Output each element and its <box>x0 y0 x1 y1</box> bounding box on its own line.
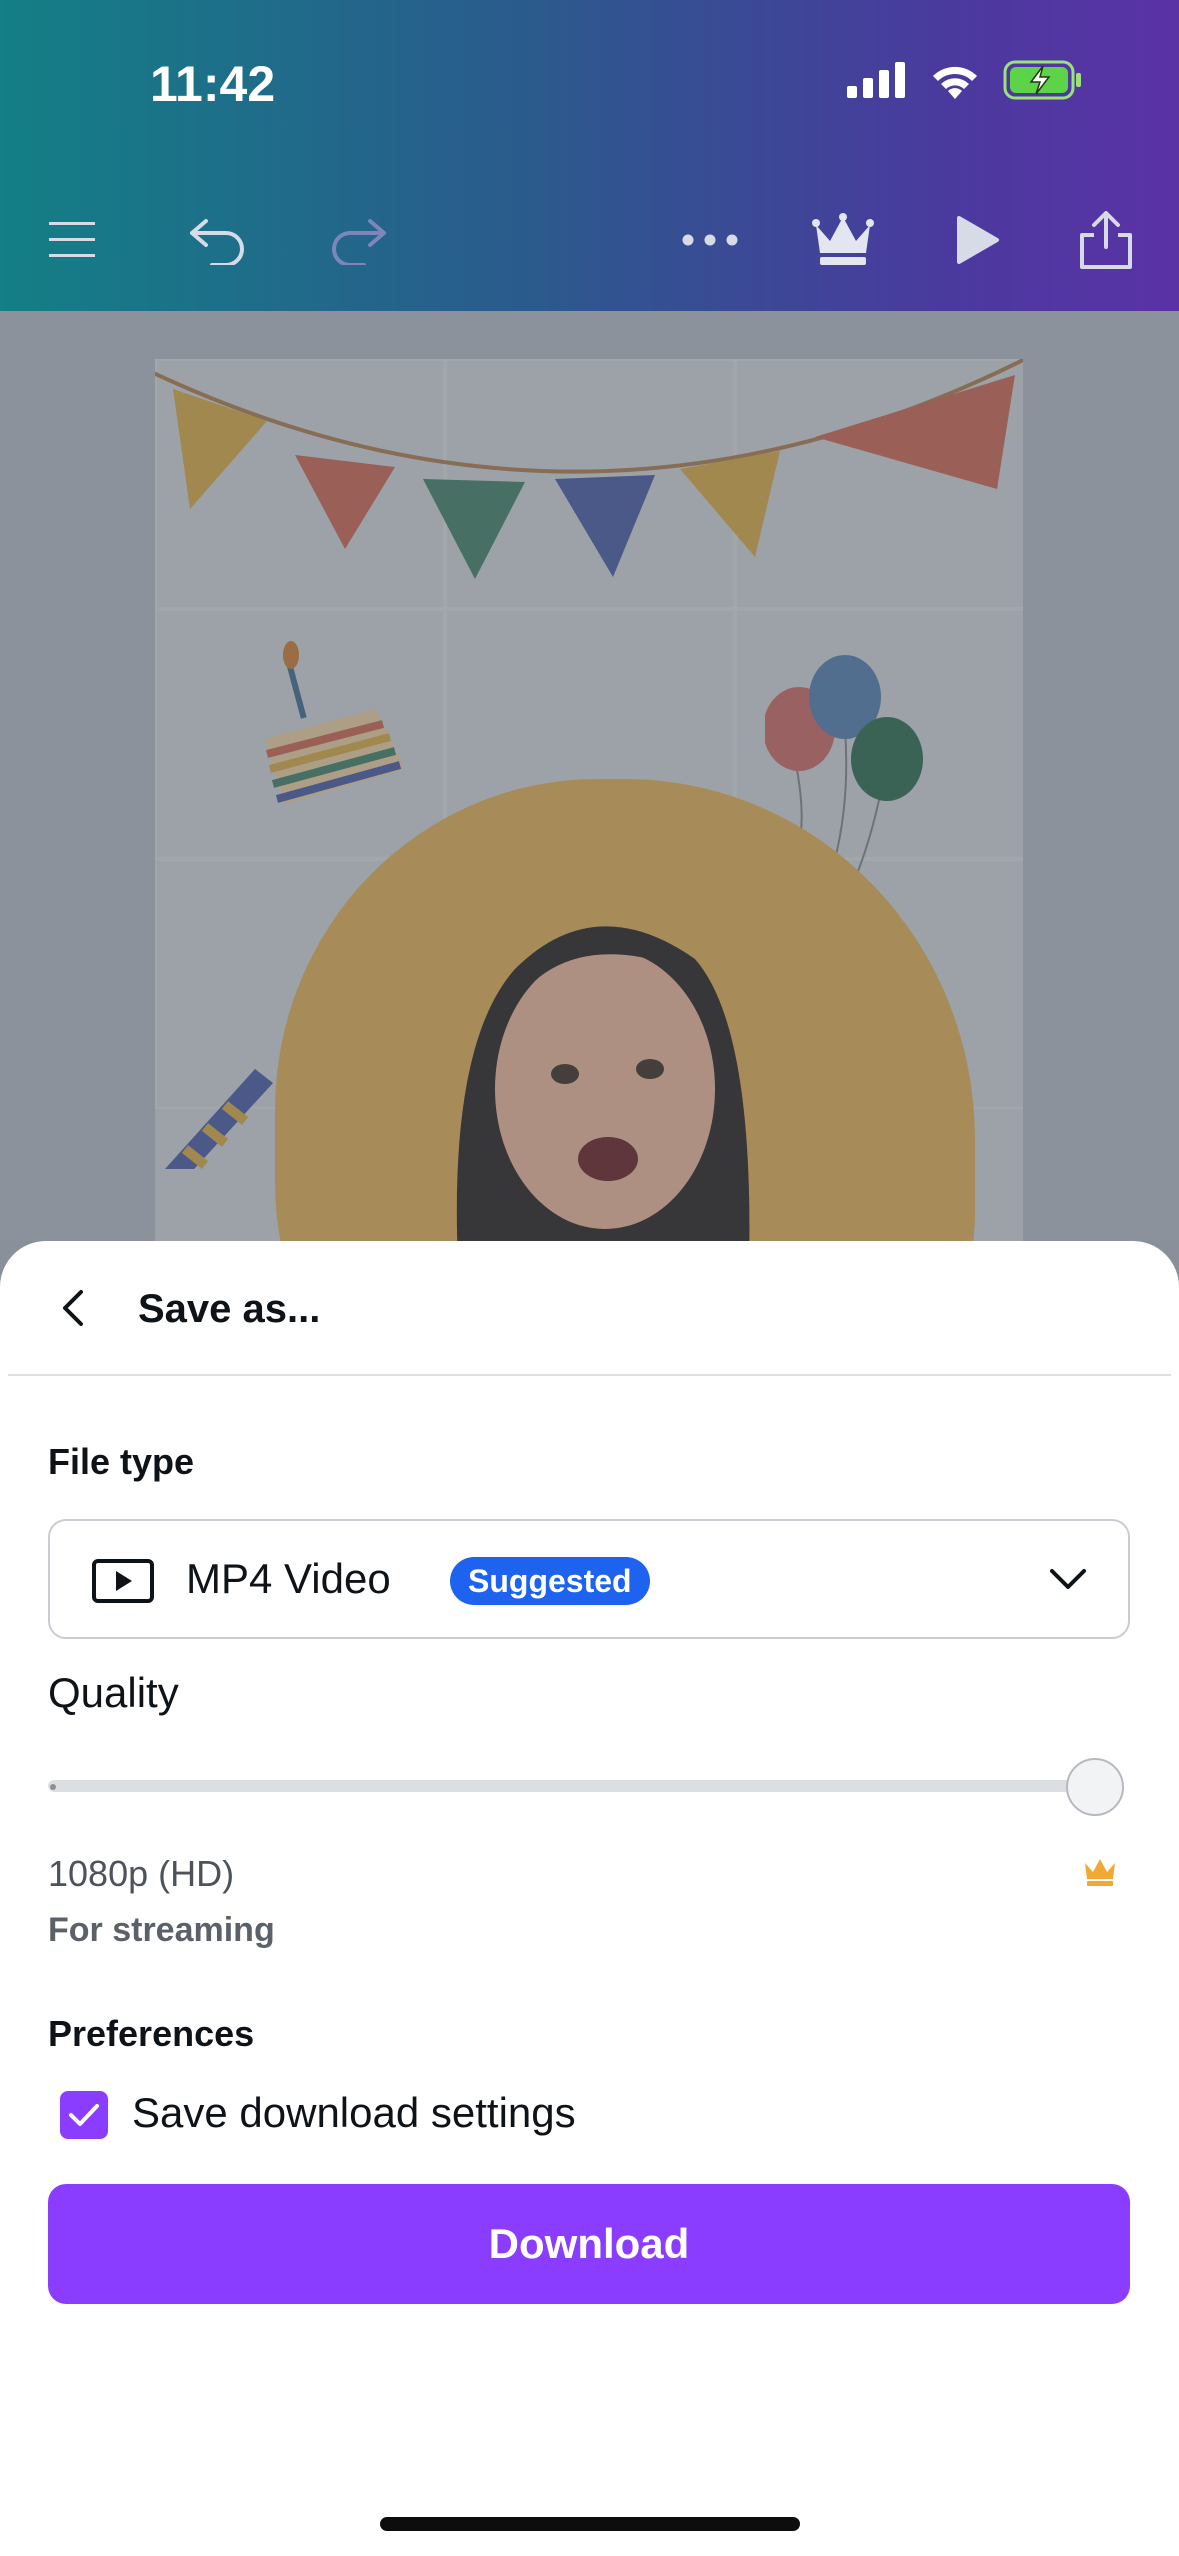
menu-button[interactable] <box>32 200 112 280</box>
resolution-note: For streaming <box>48 1911 275 1949</box>
share-icon <box>1080 211 1132 269</box>
checkmark-icon <box>69 2104 99 2126</box>
resolution-value: 1080p (HD) <box>48 1853 235 1894</box>
home-indicator <box>380 2517 800 2531</box>
quality-slider-thumb[interactable] <box>1066 1758 1124 1816</box>
header-divider <box>8 1374 1171 1376</box>
play-icon <box>957 216 999 264</box>
back-button[interactable] <box>48 1283 98 1333</box>
play-button[interactable] <box>938 200 1018 280</box>
status-time: 11:42 <box>150 56 276 112</box>
quality-slider-track[interactable] <box>48 1780 1098 1792</box>
wifi-icon <box>933 66 977 99</box>
file-type-value: MP4 Video <box>186 1555 391 1602</box>
file-type-select[interactable]: MP4 Video Suggested <box>48 1519 1130 1639</box>
more-icon <box>682 234 738 246</box>
cellular-signal-icon <box>847 62 905 98</box>
undo-button[interactable] <box>178 200 258 280</box>
menu-icon <box>49 222 95 257</box>
premium-button[interactable] <box>803 200 883 280</box>
chevron-down-icon <box>1050 1569 1086 1589</box>
save-settings-checkbox[interactable] <box>60 2091 108 2139</box>
sheet-title: Save as... <box>138 1287 321 1331</box>
chevron-left-icon <box>63 1290 83 1326</box>
quality-label: Quality <box>48 1669 179 1716</box>
preferences-label: Preferences <box>48 2013 255 2054</box>
suggested-badge: Suggested <box>450 1557 650 1605</box>
premium-crown-icon <box>1085 1859 1115 1886</box>
save-settings-label: Save download settings <box>132 2089 576 2136</box>
app-top-bar: 11:42 <box>0 0 1179 311</box>
download-button[interactable]: Download <box>48 2184 1130 2304</box>
file-type-label: File type <box>48 1441 195 1482</box>
status-icons <box>847 60 1083 100</box>
undo-icon <box>190 219 244 265</box>
video-icon <box>92 1559 154 1603</box>
battery-charging-icon <box>1003 60 1081 100</box>
crown-icon <box>812 213 874 265</box>
design-page <box>155 359 1023 1241</box>
sheet-header: Save as... <box>0 1241 1179 1376</box>
more-options-button[interactable] <box>670 200 750 280</box>
design-canvas <box>0 311 1179 1241</box>
editor-toolbar <box>0 200 1179 280</box>
share-button[interactable] <box>1066 200 1146 280</box>
save-as-sheet: Save as... File type MP4 Video Suggested… <box>0 1241 1179 2556</box>
redo-icon <box>332 219 386 265</box>
slider-min-dot <box>50 1784 56 1790</box>
redo-button[interactable] <box>318 200 398 280</box>
